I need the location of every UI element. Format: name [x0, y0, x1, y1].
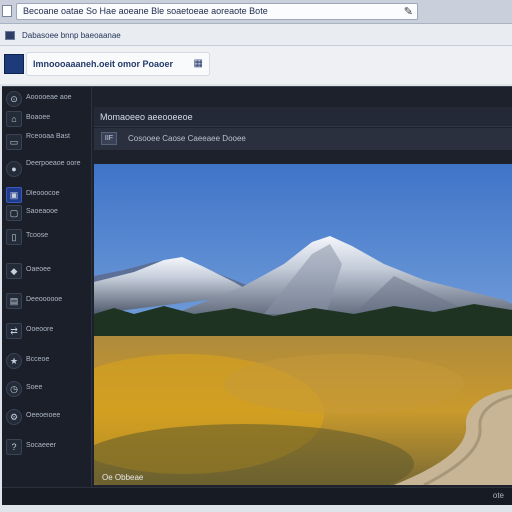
sidebar-item-10[interactable]: ★ Bcceoe — [2, 351, 92, 373]
folder-icon: ▭ — [6, 134, 22, 150]
page-icon — [2, 5, 12, 17]
sidebar-item-label: Deerpoeaoe oore — [26, 160, 81, 167]
address-bar[interactable]: Becoane oatae So Hae aoeane Ble soaetoea… — [16, 3, 418, 20]
bookmark-icon[interactable] — [5, 31, 15, 40]
status-bar: ote — [2, 487, 512, 505]
bookmarks-bar: Dabasoee bnnp baeoaanae — [0, 24, 512, 46]
image-icon: ▣ — [6, 187, 22, 203]
sidebar-item-label: Tcoose — [26, 232, 49, 239]
sidebar-item-label: Dleooocoe — [26, 190, 60, 197]
sidebar-item-2[interactable]: ▭ Rceooaa Bast — [2, 132, 92, 154]
share-icon: ⇄ — [6, 323, 22, 339]
sidebar-item-label: Oaeoee — [26, 266, 51, 273]
sidebar-item-label: Ooeoore — [26, 326, 54, 333]
app-title: lmnoooaaaneh.oeit omor Poaoer — [33, 59, 174, 69]
sidebar-item-1[interactable]: ⌂ Boaoee — [2, 109, 92, 131]
content-header: Momaoeeo aeeooeeoe — [94, 107, 512, 127]
sidebar-item-label: Boaoee — [26, 114, 51, 121]
photo-caption: Oe Obbeae — [102, 473, 144, 482]
app-window: ⊙ Aooooeae aoe ⌂ Boaoee ▭ Rceooaa Bast ●… — [2, 86, 512, 505]
address-text: Becoane oatae So Hae aoeane Ble soaetoea… — [23, 6, 268, 16]
user-icon: ● — [6, 161, 22, 177]
sidebar-item-3[interactable]: ● Deerpoeaoe oore — [2, 159, 92, 181]
sidebar-item-7[interactable]: ◆ Oaeoee — [2, 261, 92, 283]
home-icon: ⌂ — [6, 111, 22, 127]
settings-icon: ⚙ — [6, 409, 22, 425]
image-icon[interactable]: ▦ — [194, 58, 203, 69]
format-icon[interactable]: IIF — [101, 132, 117, 145]
document-icon: ▯ — [6, 229, 22, 245]
app-header: lmnoooaaaneh.oeit omor Poaoer ▦ — [0, 46, 512, 84]
album-icon: ▢ — [6, 205, 22, 221]
photo-canvas — [94, 164, 512, 485]
mountain-landscape-photo[interactable]: Oe Obbeae — [94, 164, 512, 485]
bookmark-link[interactable]: Dabasoee bnnp baeoaanae — [22, 31, 121, 40]
content-toolbar: IIF Cosooee Caose Caeeaee Dooee — [94, 128, 512, 150]
sidebar: ⊙ Aooooeae aoe ⌂ Boaoee ▭ Rceooaa Bast ●… — [2, 87, 92, 487]
status-text: ote — [492, 491, 504, 500]
star-icon: ★ — [6, 353, 22, 369]
sidebar-item-8[interactable]: ▤ Deeoooooe — [2, 291, 92, 313]
sidebar-item-label: Aooooeae aoe — [26, 94, 72, 101]
sidebar-item-label: Bcceoe — [26, 356, 50, 363]
sidebar-item-9[interactable]: ⇄ Ooeoore — [2, 321, 92, 343]
sidebar-item-5[interactable]: ▢ Saoeaooe — [2, 203, 92, 225]
sidebar-item-label: Soee — [26, 384, 43, 391]
browser-toolbar: Becoane oatae So Hae aoeane Ble soaetoea… — [0, 0, 512, 24]
clock-icon: ◷ — [6, 381, 22, 397]
sidebar-item-13[interactable]: ? Socaeeer — [2, 437, 92, 459]
sidebar-item-6[interactable]: ▯ Tcoose — [2, 227, 92, 249]
help-icon: ? — [6, 439, 22, 455]
sidebar-item-label: Deeoooooe — [26, 296, 63, 303]
logo-icon: ⊙ — [6, 91, 22, 107]
tag-icon: ◆ — [6, 263, 22, 279]
sidebar-item-12[interactable]: ⚙ Oeeoeioee — [2, 407, 92, 429]
sidebar-item-label: Oeeoeioee — [26, 412, 61, 419]
content-title: Momaoeeo aeeooeeoe — [100, 112, 193, 122]
edit-icon[interactable]: ✎ — [404, 5, 413, 18]
app-logo-icon[interactable] — [4, 54, 24, 74]
calendar-icon: ▤ — [6, 293, 22, 309]
sidebar-item-11[interactable]: ◷ Soee — [2, 379, 92, 401]
sidebar-item-label: Saoeaooe — [26, 208, 58, 215]
sidebar-item-label: Socaeeer — [26, 442, 56, 449]
sidebar-item-label: Rceooaa Bast — [26, 133, 70, 140]
sidebar-item-0[interactable]: ⊙ Aooooeae aoe — [2, 89, 92, 111]
app-title-pill[interactable]: lmnoooaaaneh.oeit omor Poaoer ▦ — [26, 52, 210, 76]
content-subtitle: Cosooee Caose Caeeaee Dooee — [128, 134, 246, 143]
